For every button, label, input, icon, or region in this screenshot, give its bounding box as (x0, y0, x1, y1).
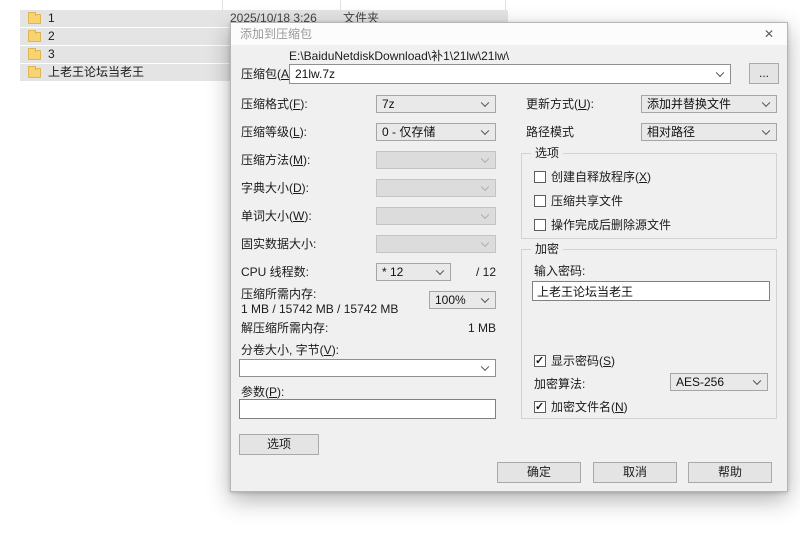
delete-after-label: 操作完成后删除源文件 (551, 218, 671, 232)
checkbox-checked-icon (534, 401, 546, 413)
ok-button[interactable]: 确定 (497, 462, 581, 483)
encrypt-filenames-checkbox[interactable]: 加密文件名(N) (534, 400, 628, 414)
chevron-down-icon (716, 69, 724, 77)
show-password-checkbox[interactable]: 显示密码(S) (534, 354, 615, 368)
cancel-button[interactable]: 取消 (593, 462, 677, 483)
update-mode-label: 更新方式(U): (526, 95, 594, 113)
screen: { "icons": { "close": "✕" }, "background… (0, 0, 800, 555)
solid-block-label: 固实数据大小: (241, 235, 316, 253)
memory-usage-label: 压缩所需内存: (241, 287, 316, 301)
checkbox-unchecked-icon (534, 195, 546, 207)
format-combobox[interactable]: 7z (376, 95, 496, 113)
file-name: 上老王论坛当老王 (48, 65, 144, 80)
memory-usage-detail: 1 MB / 15742 MB / 15742 MB (241, 302, 398, 316)
folder-icon (28, 68, 41, 78)
chevron-down-icon (481, 211, 489, 219)
archive-name-combobox[interactable]: 21lw.7z (289, 64, 731, 84)
method-combobox (376, 151, 496, 169)
checkbox-unchecked-icon (534, 171, 546, 183)
method-label: 压缩方法(M): (241, 151, 310, 169)
chevron-down-icon (762, 127, 770, 135)
chevron-down-icon (481, 239, 489, 247)
chevron-down-icon (753, 377, 761, 385)
path-mode-value: 相对路径 (647, 125, 695, 139)
options-group: 选项 创建自释放程序(X) 压缩共享文件 操作完成后删除源文件 (521, 153, 777, 239)
memory-percent-combobox[interactable]: 100% (429, 291, 496, 309)
split-volume-combobox[interactable] (239, 359, 496, 377)
checkbox-checked-icon (534, 355, 546, 367)
dictionary-label: 字典大小(D): (241, 179, 309, 197)
shared-files-label: 压缩共享文件 (551, 194, 623, 208)
level-label: 压缩等级(L): (241, 123, 307, 141)
parameters-input[interactable] (239, 399, 496, 419)
path-mode-label: 路径模式 (526, 123, 574, 141)
file-name: 3 (48, 47, 55, 62)
chevron-down-icon (481, 99, 489, 107)
encryption-method-combobox[interactable]: AES-256 (670, 373, 768, 391)
solid-block-combobox (376, 235, 496, 253)
column-separator (340, 0, 341, 10)
show-password-label: 显示密码(S) (551, 354, 615, 368)
password-input[interactable] (532, 281, 770, 301)
create-sfx-label: 创建自释放程序(X) (551, 170, 651, 184)
chevron-down-icon (481, 127, 489, 135)
dialog-title: 添加到压缩包 (240, 23, 312, 45)
update-mode-combobox[interactable]: 添加并替换文件 (641, 95, 777, 113)
options-group-label: 选项 (531, 146, 563, 161)
chevron-down-icon (481, 155, 489, 163)
chevron-down-icon (481, 295, 489, 303)
folder-icon (28, 32, 41, 42)
word-size-label: 单词大小(W): (241, 207, 312, 225)
file-name: 2 (48, 29, 55, 44)
folder-icon (28, 14, 41, 24)
folder-icon (28, 50, 41, 60)
split-volume-label: 分卷大小, 字节(V): (241, 341, 339, 359)
path-mode-combobox[interactable]: 相对路径 (641, 123, 777, 141)
password-label: 输入密码: (534, 264, 585, 278)
word-size-combobox (376, 207, 496, 225)
encryption-method-label: 加密算法: (534, 377, 585, 391)
chevron-down-icon (481, 183, 489, 191)
options-button[interactable]: 选项 (239, 434, 319, 455)
checkbox-unchecked-icon (534, 219, 546, 231)
archive-path: E:\BaiduNetdiskDownload\补1\21lw\21lw\ (289, 49, 509, 63)
encrypt-filenames-label: 加密文件名(N) (551, 400, 628, 414)
column-separator (505, 0, 506, 10)
decompress-memory-label: 解压缩所需内存: (241, 321, 328, 335)
browse-button[interactable]: ... (749, 63, 779, 84)
help-button[interactable]: 帮助 (688, 462, 772, 483)
close-icon[interactable]: ✕ (759, 23, 779, 45)
encryption-method-value: AES-256 (676, 375, 724, 389)
decompress-memory-value: 1 MB (376, 321, 496, 335)
file-name: 1 (48, 11, 55, 26)
chevron-down-icon (481, 363, 489, 371)
format-value: 7z (382, 97, 395, 111)
dictionary-combobox (376, 179, 496, 197)
create-sfx-checkbox[interactable]: 创建自释放程序(X) (534, 170, 651, 184)
level-combobox[interactable]: 0 - 仅存储 (376, 123, 496, 141)
encryption-group-label: 加密 (531, 242, 563, 257)
cpu-threads-max: / 12 (376, 265, 496, 279)
shared-files-checkbox[interactable]: 压缩共享文件 (534, 194, 623, 208)
level-value: 0 - 仅存储 (382, 125, 435, 139)
update-mode-value: 添加并替换文件 (647, 97, 731, 111)
add-to-archive-dialog: 添加到压缩包 ✕ 压缩包(A): E:\BaiduNetdiskDownload… (230, 22, 788, 492)
chevron-down-icon (762, 99, 770, 107)
column-separator (222, 0, 223, 10)
format-label: 压缩格式(F): (241, 95, 308, 113)
delete-after-checkbox[interactable]: 操作完成后删除源文件 (534, 218, 671, 232)
cpu-threads-label: CPU 线程数: (241, 263, 309, 281)
memory-percent-value: 100% (435, 293, 466, 307)
encryption-group: 加密 输入密码: 显示密码(S) 加密算法: AES-256 加密文件名(N) (521, 249, 777, 419)
dialog-titlebar[interactable]: 添加到压缩包 ✕ (231, 23, 787, 45)
archive-name-value: 21lw.7z (295, 67, 335, 81)
